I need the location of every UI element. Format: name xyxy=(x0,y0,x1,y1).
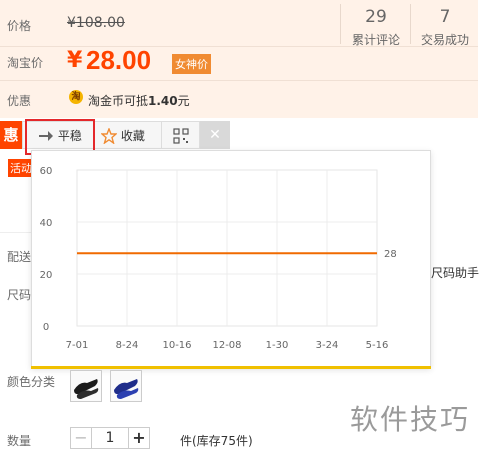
toolbar-divider xyxy=(161,121,162,149)
color-option-blue[interactable] xyxy=(110,370,142,402)
currency-symbol: ¥ xyxy=(67,48,83,73)
y-tick-label: 40 xyxy=(40,218,53,229)
goddess-price-badge: 女神价 xyxy=(172,54,211,74)
quantity-increment-button[interactable]: + xyxy=(128,427,150,449)
transaction-count-label[interactable]: 交易成功 xyxy=(410,31,480,48)
price-label: 价格 xyxy=(7,19,32,33)
quantity-input[interactable]: 1 xyxy=(92,427,128,449)
sale-price: 28.00 xyxy=(86,45,152,75)
promo-unit: 元 xyxy=(177,94,190,108)
review-count-label[interactable]: 累计评论 xyxy=(341,31,411,48)
quantity-decrement-button[interactable]: − xyxy=(70,427,92,449)
black-shoe-thumbnail xyxy=(74,379,99,399)
star-icon xyxy=(100,126,118,145)
color-option-black[interactable] xyxy=(70,370,102,402)
size-label: 尺码 xyxy=(7,288,32,302)
stock-text: 件(库存75件) xyxy=(180,434,253,448)
size-helper-link[interactable]: 尺码助手 xyxy=(431,264,479,281)
trend-button[interactable]: 平稳 xyxy=(38,127,82,144)
promo-label: 优惠 xyxy=(7,94,32,108)
divider xyxy=(0,80,478,81)
review-count: 29 xyxy=(365,7,387,27)
taobao-price-label: 淘宝价 xyxy=(7,56,44,70)
qr-code-icon xyxy=(173,128,189,144)
x-tick-label: 8-24 xyxy=(116,340,139,351)
quantity-label: 数量 xyxy=(7,434,32,448)
side-tag: 惠 xyxy=(0,121,22,149)
taobao-coin-icon: 淘 xyxy=(69,90,83,104)
arrow-right-icon xyxy=(39,130,53,141)
promo-text: 淘金币可抵1.40元 xyxy=(88,92,190,109)
price-trend-chart: 0 20 40 60 7-01 8-24 10-16 12-08 1-30 3-24 5-16 28 xyxy=(40,166,397,351)
divider xyxy=(0,232,31,233)
x-tick-label: 12-08 xyxy=(212,340,241,351)
y-tick-label: 60 xyxy=(40,166,53,177)
trend-label: 平稳 xyxy=(57,129,82,143)
promo-value: 1.40 xyxy=(148,94,178,108)
qr-code-button[interactable] xyxy=(173,128,189,147)
x-tick-label: 5-16 xyxy=(366,340,389,351)
original-price: ¥108.00 xyxy=(67,15,125,31)
y-tick-label: 20 xyxy=(40,270,53,281)
delivery-label: 配送 xyxy=(7,250,32,264)
end-value-label: 28 xyxy=(384,249,397,260)
close-button[interactable]: ✕ xyxy=(200,121,230,149)
x-tick-label: 1-30 xyxy=(266,340,289,351)
blue-shoe-thumbnail xyxy=(114,379,139,399)
x-tick-label: 3-24 xyxy=(316,340,339,351)
x-tick-label: 7-01 xyxy=(66,340,89,351)
transaction-count: 7 xyxy=(439,7,451,27)
price-trend-popup: 0 20 40 60 7-01 8-24 10-16 12-08 1-30 3-24 5-16 28 xyxy=(31,150,431,368)
promo-prefix: 淘金币可抵 xyxy=(88,94,149,108)
favorite-label: 收藏 xyxy=(120,129,145,143)
color-label: 颜色分类 xyxy=(7,375,56,389)
favorite-button[interactable]: 收藏 xyxy=(100,126,145,145)
popup-bottom-bar xyxy=(31,366,431,369)
x-tick-label: 10-16 xyxy=(162,340,191,351)
y-tick-label: 0 xyxy=(43,322,49,333)
watermark: 软件技巧 xyxy=(350,403,471,436)
